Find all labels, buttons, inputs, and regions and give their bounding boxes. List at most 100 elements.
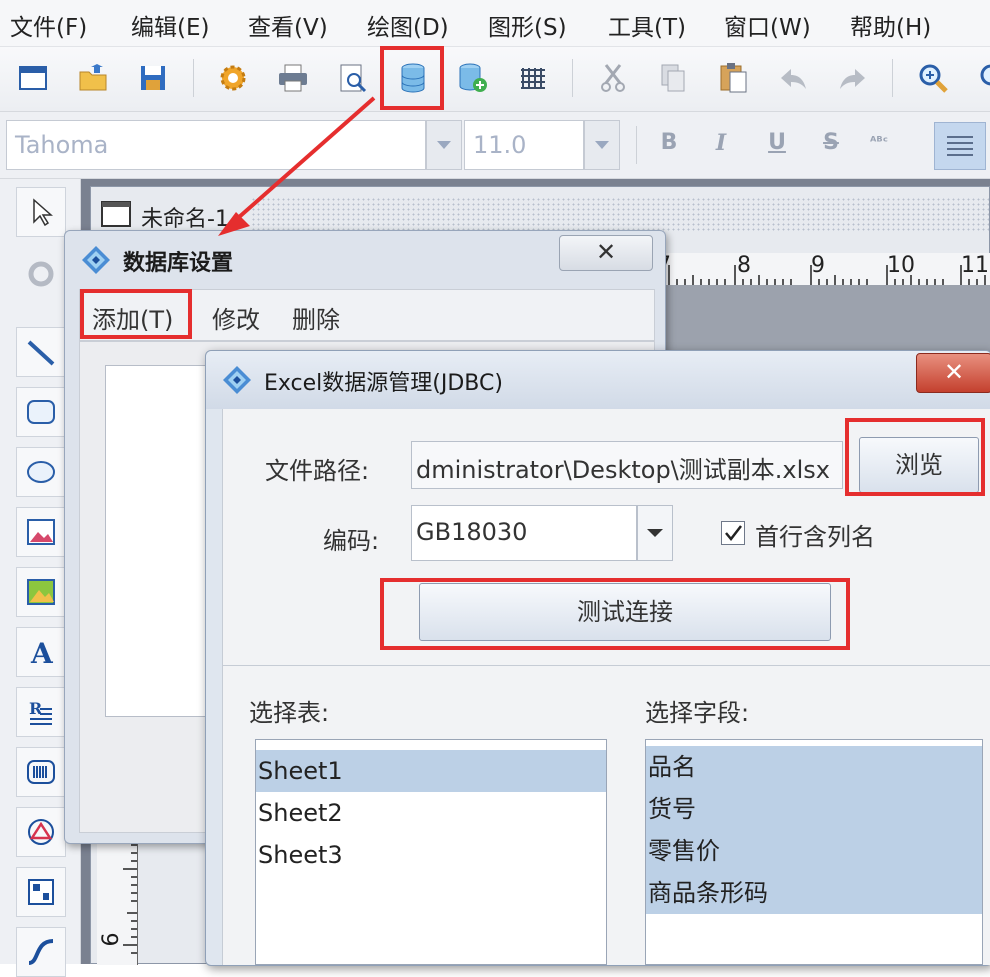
select-table-label: 选择表: [249,699,330,727]
ruler-label: 10 [887,253,915,278]
dialog-title: 数据库设置 [123,251,234,276]
menu-help[interactable]: 帮助(H) [850,8,931,42]
header-checkbox[interactable] [721,521,745,545]
zoom-out-icon[interactable] [968,57,990,99]
ruler-label: 8 [737,253,751,278]
field-list[interactable]: 品名 货号 零售价 商品条形码 [645,739,983,965]
header-checkbox-label: 首行含列名 [755,523,875,551]
copy-icon[interactable] [652,57,694,99]
delete-menu[interactable]: 删除 [292,300,340,335]
document-titlebar-pattern [251,197,989,231]
file-path-label: 文件路径: [265,457,370,485]
ruler-label: 11 [961,253,989,278]
print-preview-icon[interactable] [332,57,374,99]
align-left-icon [947,136,973,156]
highlight-browse-button [845,418,985,496]
settings-gear-icon[interactable] [212,57,254,99]
menu-view[interactable]: 查看(V) [248,8,328,42]
list-item[interactable]: 零售价 [646,830,982,872]
italic-button[interactable]: I [704,126,738,160]
list-item[interactable]: 货号 [646,788,982,830]
file-path-input[interactable]: dministrator\Desktop\测试副本.xlsx [411,441,843,489]
menu-window[interactable]: 窗口(W) [724,8,811,42]
dialog-title: Excel数据源管理(JDBC) [264,371,503,396]
qrcode-tool-icon[interactable] [16,867,66,917]
list-item[interactable]: Sheet2 [256,792,606,834]
select-arrow-icon[interactable] [16,187,66,237]
ruler-ticks [668,265,986,285]
toolbar-separator [892,59,893,97]
database-list[interactable] [105,365,217,717]
menu-bar: 文件(F) 编辑(E) 查看(V) 绘图(D) 图形(S) 工具(T) 窗口(W… [0,0,990,47]
align-left-button[interactable] [934,122,986,170]
font-name-dropdown[interactable] [426,120,462,170]
chevron-down-icon [437,141,451,149]
toolbar-separator [193,59,194,97]
font-name-input[interactable]: Tahoma [6,120,426,170]
menu-shape[interactable]: 图形(S) [488,8,567,42]
menu-tools[interactable]: 工具(T) [608,8,686,42]
text-tool-icon[interactable]: A [16,627,66,677]
close-button[interactable]: ✕ [916,353,990,393]
highlight-database-button [380,46,444,110]
checkmark-icon [725,525,742,541]
menu-file[interactable]: 文件(F) [10,8,87,42]
document-title: 未命名-1 [141,207,229,232]
encoding-dropdown-button[interactable] [637,505,673,561]
close-button[interactable]: ✕ [559,235,653,271]
encoding-label: 编码: [323,527,380,555]
list-item[interactable]: Sheet1 [256,750,606,792]
redo-icon[interactable] [832,57,874,99]
modify-menu[interactable]: 修改 [212,300,260,335]
list-item[interactable]: 商品条形码 [646,872,982,914]
rotate-icon[interactable] [16,249,66,299]
cut-icon[interactable] [592,57,634,99]
list-item[interactable]: 品名 [646,746,982,788]
font-size-input[interactable]: 11.0 [464,120,584,170]
triangle-tool-icon[interactable] [16,807,66,857]
select-field-label: 选择字段: [645,699,750,727]
print-icon[interactable] [272,57,314,99]
ellipse-tool-icon[interactable] [16,447,66,497]
ruler-label: 9 [811,253,825,278]
document-icon [101,201,131,227]
vruler-label: 9 [95,932,121,947]
superscript-icon[interactable]: ᴬᴮᶜ [866,126,900,160]
save-icon[interactable] [132,57,174,99]
strikethrough-button[interactable]: S [814,126,848,160]
table-list[interactable]: Sheet1 Sheet2 Sheet3 [255,739,607,965]
database-add-icon[interactable] [452,57,494,99]
horizontal-ruler: 7 8 9 10 11 [657,253,990,286]
toolbar-separator [572,59,573,97]
highlight-test-connection [380,578,850,650]
grid-icon[interactable] [512,57,554,99]
paste-icon[interactable] [712,57,754,99]
menu-draw[interactable]: 绘图(D) [367,8,449,42]
image-tool-icon[interactable] [16,507,66,557]
list-item[interactable]: Sheet3 [256,834,606,876]
zoom-in-icon[interactable] [912,57,954,99]
svg-text:A: A [30,637,54,667]
toolbar-separator [636,126,637,164]
undo-icon[interactable] [772,57,814,99]
open-icon[interactable] [72,57,114,99]
main-toolbar [0,47,990,112]
section-divider [223,665,990,666]
rich-text-tool-icon[interactable]: R [16,687,66,737]
vertical-ruler: 8 9 [95,825,138,965]
highlight-add-menu [80,289,192,339]
curve-tool-icon[interactable] [16,927,66,977]
underline-button[interactable]: U [760,126,794,160]
barcode-tool-icon[interactable] [16,747,66,797]
app-logo-icon [82,246,110,274]
window-icon[interactable] [12,57,54,99]
font-size-dropdown[interactable] [584,120,620,170]
chevron-down-icon [595,141,609,149]
menu-edit[interactable]: 编辑(E) [131,8,209,42]
picture-tool-icon[interactable] [16,567,66,617]
rounded-rect-tool-icon[interactable] [16,387,66,437]
line-tool-icon[interactable] [16,327,66,377]
encoding-select[interactable]: GB18030 [411,505,637,561]
format-toolbar: Tahoma 11.0 B I U S ᴬᴮᶜ [0,112,990,179]
bold-button[interactable]: B [652,126,686,160]
